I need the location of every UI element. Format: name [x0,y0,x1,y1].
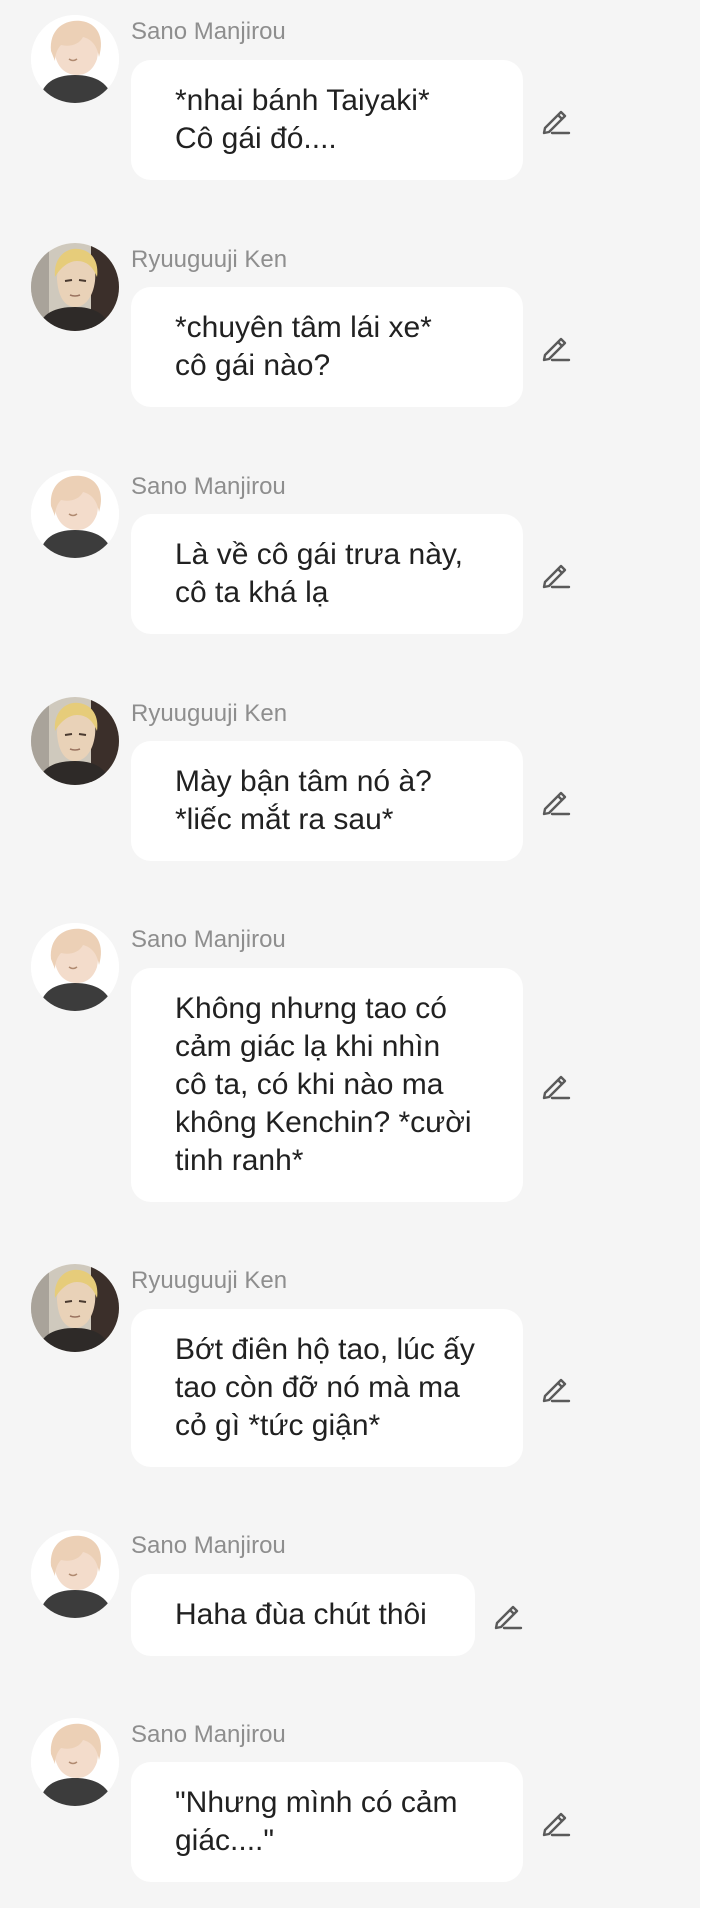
message-text: giác...." [175,1824,275,1857]
sender-name: Sano Manjirou [131,473,286,500]
avatar[interactable] [31,243,119,331]
message-bubble[interactable]: Haha đùa chút thôi [131,1574,475,1656]
message-text: cô ta, có khi nào ma [175,1068,444,1101]
message-text: Là về cô gái trưa này, [175,538,464,571]
message-text: Bớt điên hộ tao, lúc ấy [175,1333,475,1366]
sender-name: Sano Manjirou [131,1721,286,1748]
message-text: cô gái nào? [175,349,331,382]
avatar[interactable] [31,697,119,785]
message-text: cô ta khá lạ [175,576,329,609]
message-text: Không nhưng tao có [175,992,447,1025]
pencil-icon[interactable] [539,103,573,137]
message-text: "Nhưng mình có cảm [175,1786,458,1819]
message-text: *liếc mắt ra sau* [175,803,394,836]
message-text: Mày bận tâm nó à? [175,765,432,798]
avatar[interactable] [31,1718,119,1806]
message-bubble[interactable]: Mày bận tâm nó à? *liếc mắt ra sau* [131,741,523,861]
message-bubble[interactable]: Không nhưng tao có cảm giác lạ khi nhìn … [131,968,523,1202]
avatar[interactable] [31,1530,119,1618]
sender-name: Sano Manjirou [131,1532,286,1559]
sender-name: Sano Manjirou [131,926,286,953]
avatar[interactable] [31,470,119,558]
right-edge-strip [700,0,719,1908]
message-bubble[interactable]: *nhai bánh Taiyaki* Cô gái đó.... [131,60,523,180]
pencil-icon[interactable] [539,1371,573,1405]
avatar[interactable] [31,15,119,103]
sender-name: Sano Manjirou [131,18,286,45]
message-text: không Kenchin? *cười [175,1106,472,1139]
sender-name: Ryuuguuji Ken [131,700,288,727]
sender-name: Ryuuguuji Ken [131,246,288,273]
pencil-icon[interactable] [539,330,573,364]
pencil-icon[interactable] [491,1598,525,1632]
message-text: tao còn đỡ nó mà ma [175,1371,460,1404]
message-text: *chuyên tâm lái xe* [175,311,432,344]
message-text: Haha đùa chút thôi [175,1598,427,1631]
message-text: cỏ gì *tức giận* [175,1409,381,1442]
avatar[interactable] [31,1264,119,1352]
pencil-icon[interactable] [539,784,573,818]
pencil-icon[interactable] [539,557,573,591]
message-bubble[interactable]: "Nhưng mình có cảm giác...." [131,1762,523,1882]
message-text: cảm giác lạ khi nhìn [175,1030,441,1063]
message-bubble[interactable]: Là về cô gái trưa này, cô ta khá lạ [131,514,523,634]
message-text: tinh ranh* [175,1144,304,1177]
message-text: *nhai bánh Taiyaki* [175,84,430,117]
avatar[interactable] [31,923,119,1011]
pencil-icon[interactable] [539,1805,573,1839]
sender-name: Ryuuguuji Ken [131,1267,288,1294]
message-bubble[interactable]: *chuyên tâm lái xe* cô gái nào? [131,287,523,407]
message-bubble[interactable]: Bớt điên hộ tao, lúc ấy tao còn đỡ nó mà… [131,1309,523,1467]
pencil-icon[interactable] [539,1068,573,1102]
message-text: Cô gái đó.... [175,122,337,155]
